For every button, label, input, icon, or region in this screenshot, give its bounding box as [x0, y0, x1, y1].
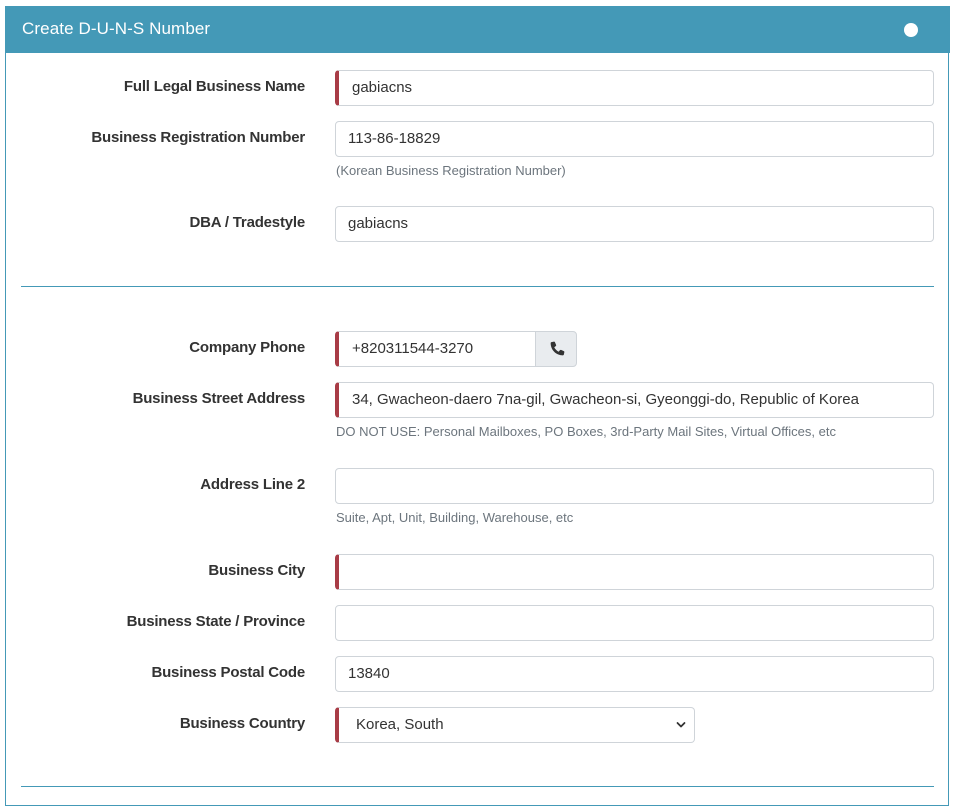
company-phone-label: Company Phone [189, 339, 305, 356]
postal-code-input[interactable]: 13840 [335, 656, 934, 692]
address-line2-input[interactable] [335, 468, 934, 504]
legal-name-label: Full Legal Business Name [123, 78, 305, 95]
circle-icon[interactable] [904, 23, 918, 37]
postal-code-label: Business Postal Code [151, 664, 305, 681]
dba-label: DBA / Tradestyle [189, 214, 306, 231]
chevron-down-icon [676, 722, 686, 728]
legal-name-input[interactable]: gabiacns [335, 70, 934, 106]
business-country-select[interactable]: Korea, South [335, 707, 695, 743]
business-state-input[interactable] [335, 605, 934, 641]
registration-number-help: (Korean Business Registration Number) [336, 163, 566, 178]
registration-number-label: Business Registration Number [91, 129, 305, 146]
panel-header: Create D-U-N-S Number [6, 6, 950, 53]
dba-input[interactable]: gabiacns [335, 206, 934, 242]
phone-icon [550, 341, 565, 356]
address-line2-label: Address Line 2 [200, 476, 305, 493]
business-country-value: Korea, South [356, 716, 444, 733]
business-city-input[interactable] [335, 554, 934, 590]
section-divider-bottom [21, 786, 934, 787]
section-divider [21, 286, 934, 287]
street-address-label: Business Street Address [132, 390, 306, 407]
business-city-label: Business City [208, 562, 305, 579]
street-address-help: DO NOT USE: Personal Mailboxes, PO Boxes… [336, 424, 836, 439]
address-line2-help: Suite, Apt, Unit, Building, Warehouse, e… [336, 510, 574, 525]
company-phone-input[interactable]: +820311544-3270 [335, 331, 536, 367]
panel-title: Create D-U-N-S Number [22, 19, 211, 38]
phone-button[interactable] [535, 331, 577, 367]
company-phone-group: +820311544-3270 [335, 331, 577, 367]
street-address-input[interactable]: 34, Gwacheon-daero 7na-gil, Gwacheon-si,… [335, 382, 934, 418]
business-country-label: Business Country [179, 715, 305, 732]
registration-number-input[interactable]: 113-86-18829 [335, 121, 934, 157]
business-state-label: Business State / Province [126, 613, 306, 630]
